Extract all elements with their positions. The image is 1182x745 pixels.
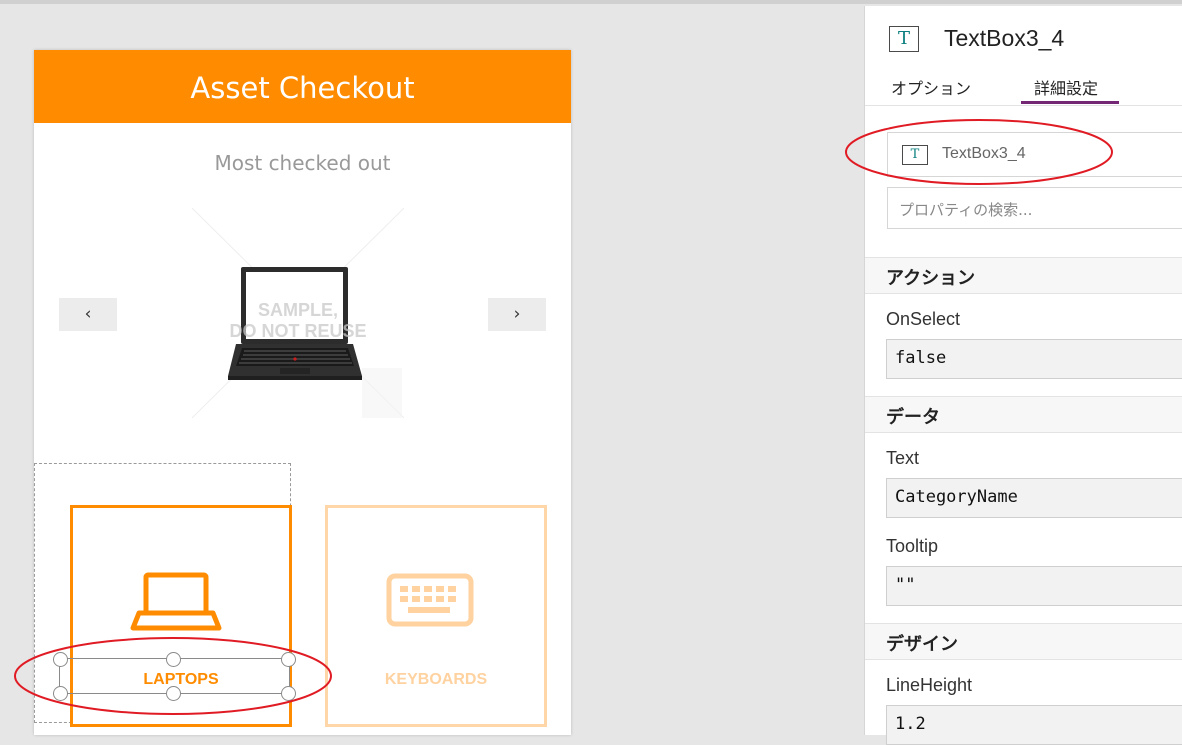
keyboard-icon [386, 573, 474, 627]
gallery-next-button[interactable]: › [488, 298, 546, 331]
section-heading-data: データ [886, 407, 940, 428]
section-subtitle: Most checked out [214, 151, 391, 175]
prop-value-lineheight: 1.2 [895, 714, 926, 734]
section-header-design[interactable]: デザイン [865, 623, 1182, 660]
resize-handle-top-left[interactable] [53, 652, 68, 667]
prop-field-onselect[interactable]: false [886, 339, 1182, 379]
tab-options[interactable]: オプション [891, 75, 971, 99]
search-placeholder: プロパティの検索... [899, 201, 1033, 219]
resize-handle-bottom-right[interactable] [281, 686, 296, 701]
app-header: Asset Checkout [34, 50, 571, 123]
gallery-prev-button[interactable]: ‹ [59, 298, 117, 331]
textbox-type-icon-small: T [902, 145, 928, 165]
panel-title: TextBox3_4 [944, 25, 1065, 51]
prop-field-text[interactable]: CategoryName [886, 478, 1182, 518]
laptop-icon [130, 572, 222, 631]
tab-divider [865, 105, 1182, 106]
prop-value-tooltip: "" [895, 575, 916, 595]
property-search-input[interactable]: プロパティの検索... [887, 187, 1182, 229]
tile-label-keyboards[interactable]: KEYBOARDS [328, 671, 544, 689]
section-heading-design: デザイン [886, 634, 958, 655]
section-heading-actions: アクション [886, 268, 976, 289]
prop-value-text: CategoryName [895, 487, 1018, 507]
watermark-text: SAMPLE, DO NOT REUSE [229, 300, 367, 341]
resize-handle-top[interactable] [166, 652, 181, 667]
tab-advanced[interactable]: 詳細設定 [1034, 75, 1098, 99]
prop-label-onselect: OnSelect [886, 309, 961, 329]
textbox-type-icon: T [889, 26, 919, 52]
category-tile-keyboards[interactable]: KEYBOARDS [325, 505, 547, 727]
selected-control-name: TextBox3_4 [942, 145, 1026, 162]
app-canvas: Asset Checkout Most checked out ‹ › SAMP… [34, 50, 571, 735]
app-title: Asset Checkout [190, 71, 415, 105]
product-image[interactable]: SAMPLE, DO NOT REUSE [192, 208, 404, 418]
resize-handle-bottom[interactable] [166, 686, 181, 701]
resize-handle-bottom-left[interactable] [53, 686, 68, 701]
prop-field-lineheight[interactable]: 1.2 [886, 705, 1182, 745]
section-header-data[interactable]: データ [865, 396, 1182, 433]
section-header-actions[interactable]: アクション [865, 257, 1182, 294]
prop-label-tooltip: Tooltip [886, 536, 939, 556]
prop-value-onselect: false [895, 348, 947, 368]
resize-handle-top-right[interactable] [281, 652, 296, 667]
prop-field-tooltip[interactable]: "" [886, 566, 1182, 606]
prop-label-lineheight: LineHeight [886, 675, 973, 695]
window-top-strip [0, 0, 1182, 4]
properties-panel: T TextBox3_4 オプション 詳細設定 T TextBox3_4 プロパ… [864, 6, 1182, 745]
prop-label-text: Text [886, 448, 920, 468]
selected-control-dropdown[interactable]: T TextBox3_4 [887, 132, 1182, 177]
active-tab-indicator [1021, 101, 1119, 104]
